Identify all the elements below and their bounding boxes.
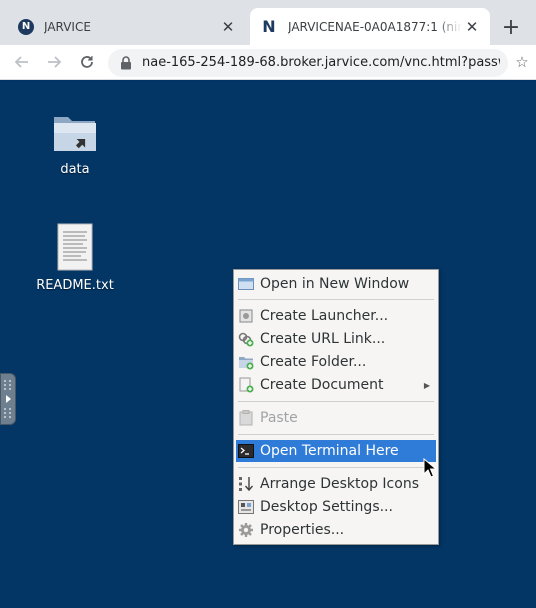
address-bar[interactable]: nae-165-254-189-68.broker.jarvice.com/vn…: [108, 49, 508, 77]
gear-icon: [238, 522, 254, 538]
menu-item-label: Properties...: [260, 522, 345, 538]
tab-jarvice[interactable]: N JARVICE ✕: [8, 8, 246, 45]
desktop-icon-label: README.txt: [36, 278, 114, 293]
menu-item-create-url-link[interactable]: Create URL Link...: [236, 328, 436, 350]
menu-item-open-new-window[interactable]: Open in New Window: [236, 273, 436, 295]
jarvice-favicon-icon: N: [18, 18, 34, 35]
forward-arrow-icon: [48, 56, 62, 68]
menu-item-label: Create Document: [260, 377, 384, 393]
desktop-icon-data[interactable]: data: [30, 111, 120, 177]
reload-icon: [81, 56, 93, 68]
lock-icon: [121, 56, 131, 70]
reload-button[interactable]: [74, 49, 100, 75]
menu-separator: [238, 467, 434, 468]
menu-item-properties[interactable]: Properties...: [236, 519, 436, 541]
back-button[interactable]: [9, 49, 35, 75]
menu-item-label: Open Terminal Here: [260, 443, 399, 459]
tab-strip: N JARVICE ✕ N JARVICENAE-0A0A1877:1 (nim…: [0, 0, 536, 45]
text-file-icon: [57, 223, 93, 271]
tab-vnc[interactable]: N JARVICENAE-0A0A1877:1 (nimbix ✕: [250, 8, 490, 45]
menu-separator: [238, 299, 434, 300]
paste-icon: [238, 410, 254, 426]
menu-item-open-terminal[interactable]: Open Terminal Here: [236, 440, 436, 462]
jarvice-favicon-icon: N: [262, 17, 276, 36]
menu-item-label: Paste: [260, 410, 298, 426]
new-folder-icon: [238, 354, 254, 370]
menu-item-label: Create Launcher...: [260, 308, 389, 324]
arrange-icon: [238, 476, 254, 492]
expand-arrow-icon: [4, 380, 11, 418]
new-document-icon: [238, 377, 254, 393]
url-text: nae-165-254-189-68.broker.jarvice.com/vn…: [142, 55, 500, 70]
desktop-icon-label: data: [60, 162, 90, 177]
terminal-icon: [238, 443, 254, 459]
close-icon[interactable]: ✕: [462, 17, 482, 37]
menu-item-label: Create Folder...: [260, 354, 367, 370]
forward-button[interactable]: [41, 49, 67, 75]
window-icon: [238, 276, 254, 292]
menu-item-label: Create URL Link...: [260, 331, 386, 347]
menu-item-label: Arrange Desktop Icons: [260, 476, 419, 492]
menu-separator: [238, 434, 434, 435]
folder-icon: [54, 117, 96, 151]
menu-item-create-folder[interactable]: Create Folder...: [236, 351, 436, 373]
new-tab-button[interactable]: +: [498, 14, 524, 40]
menu-item-create-document[interactable]: Create Document ▶: [236, 374, 436, 396]
menu-item-paste[interactable]: Paste: [236, 407, 436, 429]
menu-item-label: Open in New Window: [260, 276, 410, 292]
tab-title: JARVICE: [44, 19, 91, 34]
link-icon: [238, 331, 254, 347]
settings-icon: [238, 499, 254, 515]
menu-item-desktop-settings[interactable]: Desktop Settings...: [236, 496, 436, 518]
menu-item-label: Desktop Settings...: [260, 499, 393, 515]
bookmark-star-icon[interactable]: ☆: [510, 50, 534, 74]
close-icon[interactable]: ✕: [218, 17, 238, 37]
menu-item-create-launcher[interactable]: Create Launcher...: [236, 305, 436, 327]
desktop-context-menu: Open in New Window Create Launcher... Cr…: [233, 269, 439, 545]
submenu-arrow-icon: ▶: [423, 380, 430, 390]
vnc-sidebar-handle[interactable]: [0, 373, 16, 425]
menu-item-arrange-desktop-icons[interactable]: Arrange Desktop Icons: [236, 473, 436, 495]
back-arrow-icon: [14, 56, 28, 68]
desktop-icon-readme[interactable]: README.txt: [30, 223, 120, 293]
mouse-pointer-icon: [423, 458, 437, 478]
launcher-icon: [238, 308, 254, 324]
browser-toolbar: nae-165-254-189-68.broker.jarvice.com/vn…: [0, 45, 536, 80]
menu-separator: [238, 401, 434, 402]
tab-title: JARVICENAE-0A0A1877:1 (nimbix: [288, 19, 462, 34]
